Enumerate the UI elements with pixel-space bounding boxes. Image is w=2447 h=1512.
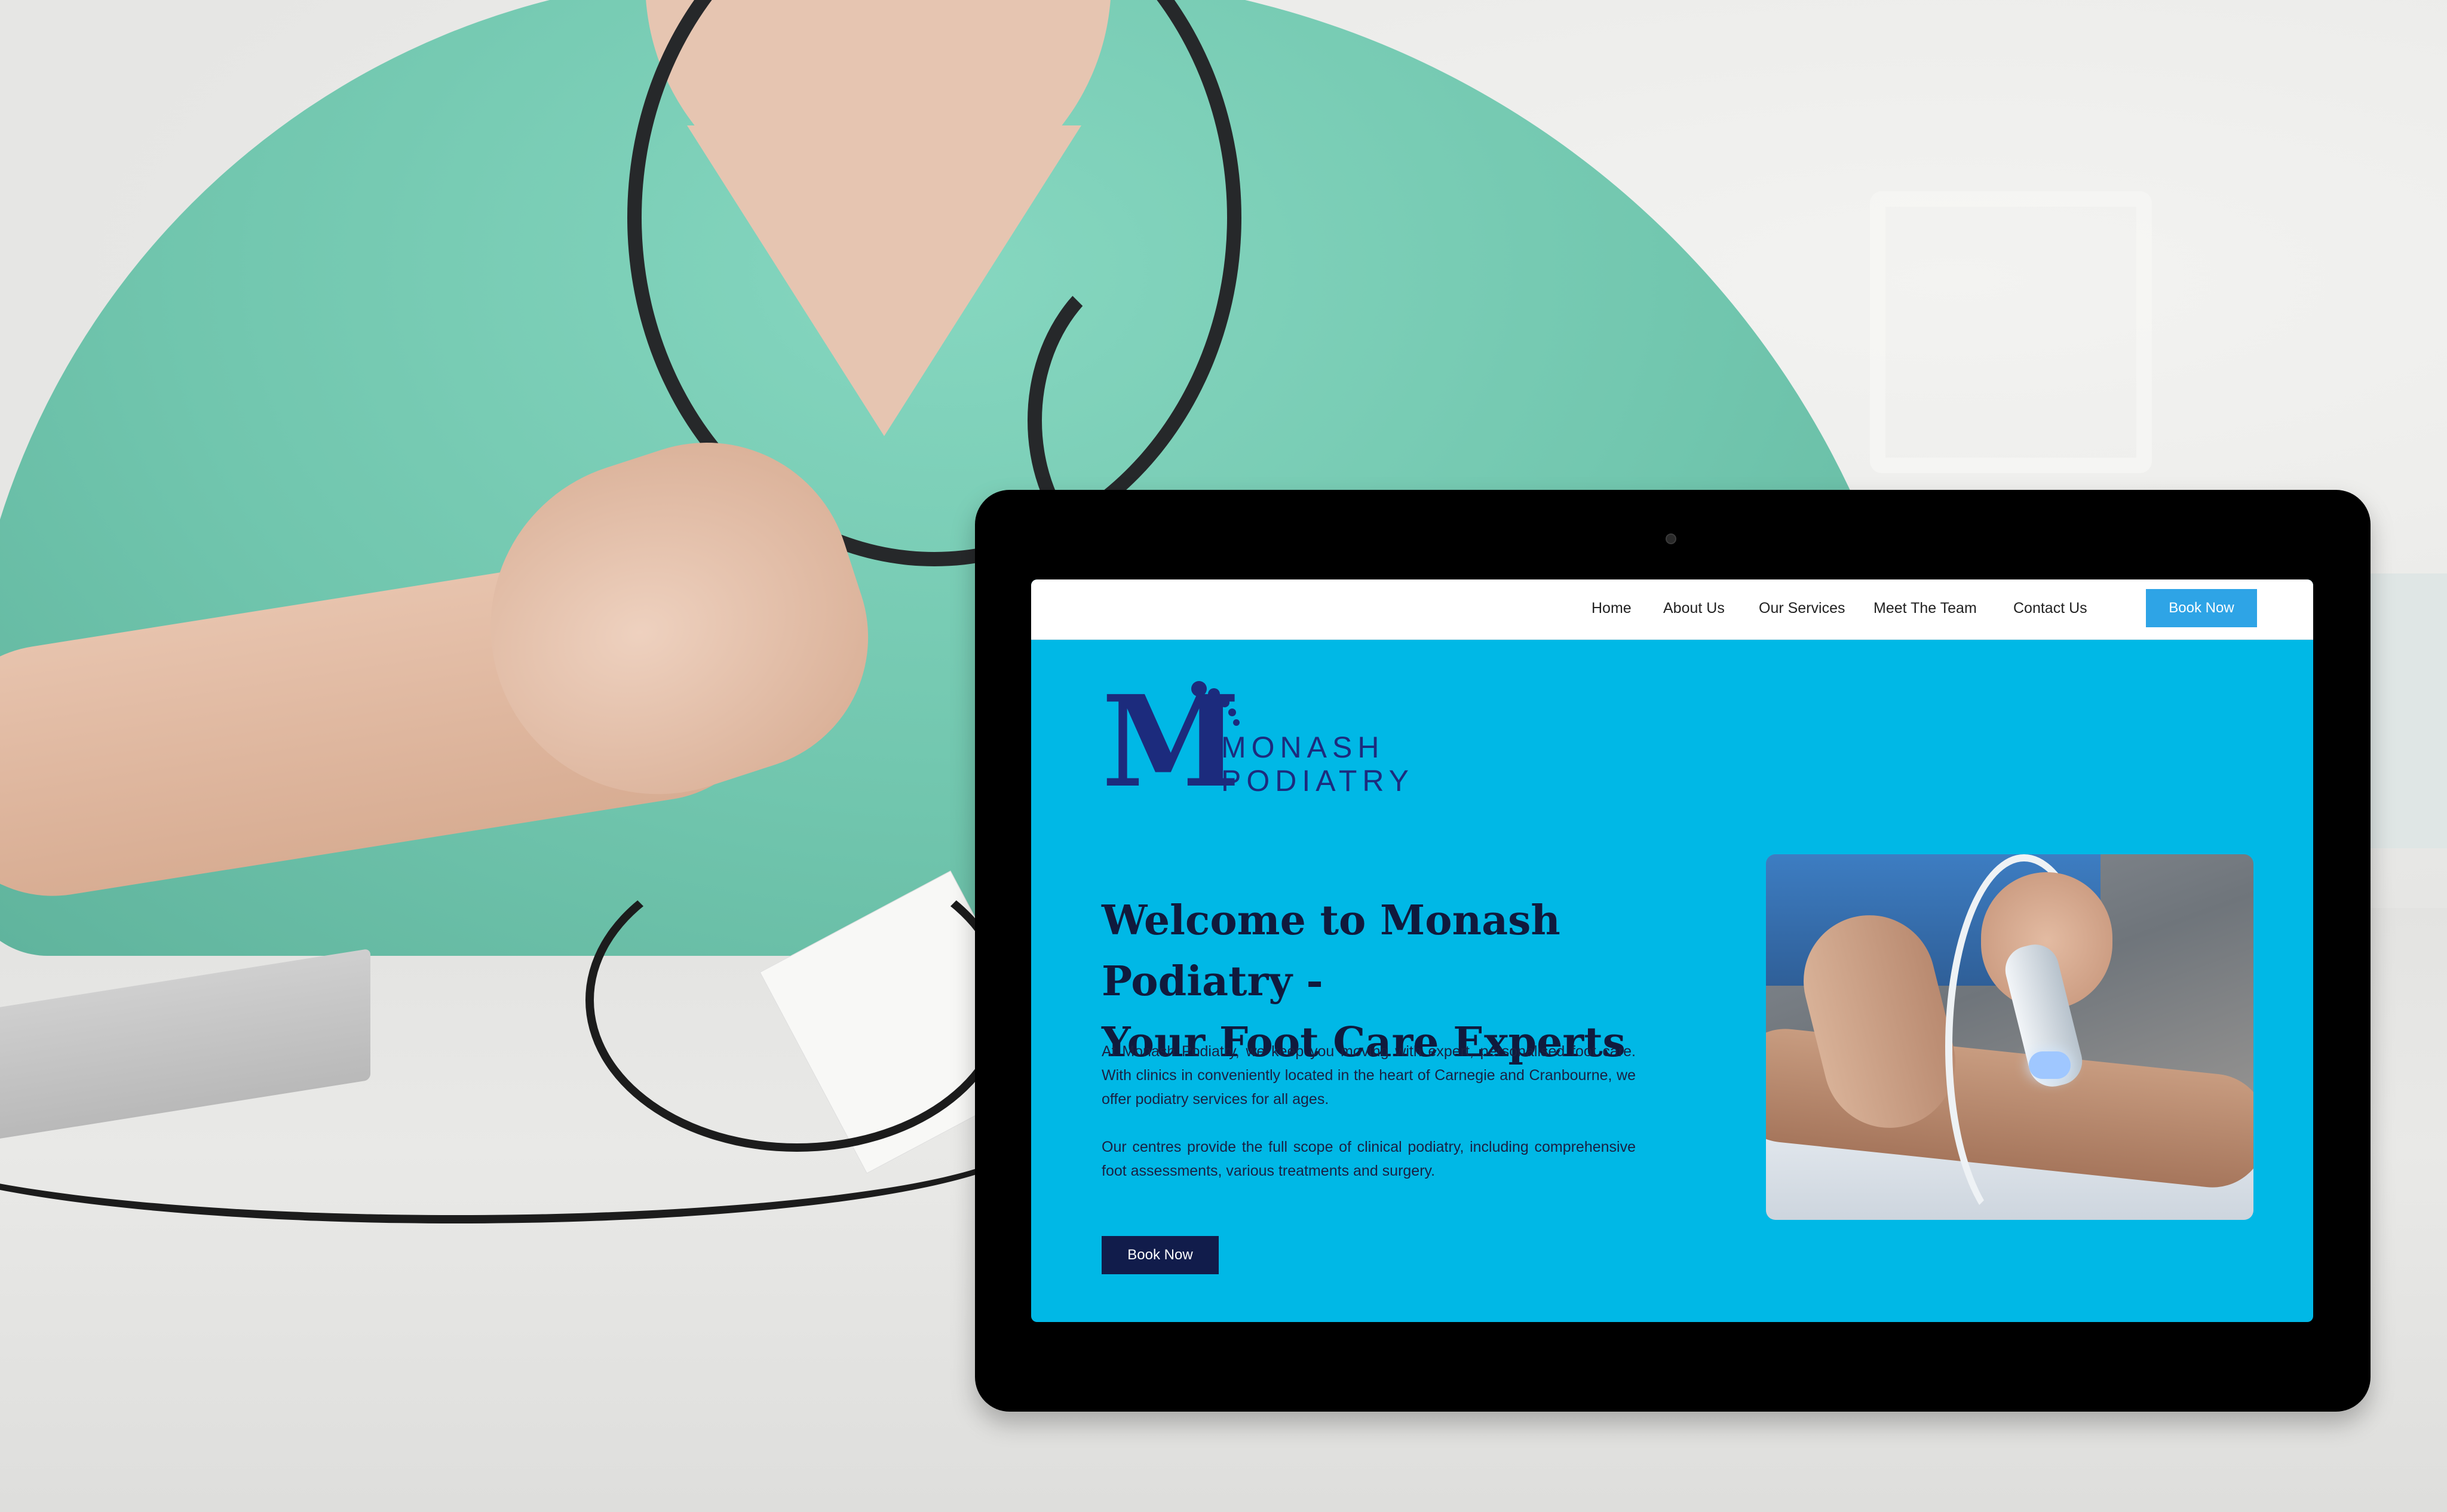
logo-toe	[1208, 688, 1220, 700]
logo-toe	[1228, 709, 1236, 716]
book-now-hero-button[interactable]: Book Now	[1102, 1236, 1219, 1274]
logo-m-mark: M	[1102, 668, 1241, 815]
book-now-nav-button[interactable]: Book Now	[2146, 589, 2257, 627]
nav-home-link[interactable]: Home	[1592, 600, 1632, 617]
monash-podiatry-logo[interactable]: M MONASH PODIATRY	[1102, 676, 1424, 814]
site-header: Home About Us Our Services Meet The Team…	[1031, 579, 2313, 640]
logo-wordmark-line2: PODIATRY	[1221, 764, 1414, 798]
nav-about-link[interactable]: About Us	[1663, 600, 1725, 617]
nav-team-link[interactable]: Meet The Team	[1873, 600, 1977, 617]
tablet-camera	[1666, 533, 1676, 544]
nav-contact-link[interactable]: Contact Us	[2013, 600, 2087, 617]
tablet-screen-website: Home About Us Our Services Meet The Team…	[1031, 579, 2313, 1322]
hero-headline-line1: Welcome to Monash Podiatry -	[1102, 897, 1560, 1005]
nav-services-link[interactable]: Our Services	[1759, 600, 1845, 617]
logo-toe	[1233, 719, 1240, 726]
hero-paragraph-intro: At Monash Podiatry, we keep you moving w…	[1102, 1043, 1636, 1108]
podiatry-treatment-image	[1766, 854, 2253, 1220]
hero-paragraph-services: Our centres provide the full scope of cl…	[1102, 1139, 1636, 1179]
logo-toe	[1191, 681, 1207, 697]
logo-wordmark-line1: MONASH	[1221, 731, 1385, 764]
background-chair	[1870, 191, 2152, 473]
logo-toe	[1220, 698, 1229, 707]
probe-light	[2029, 1051, 2071, 1079]
